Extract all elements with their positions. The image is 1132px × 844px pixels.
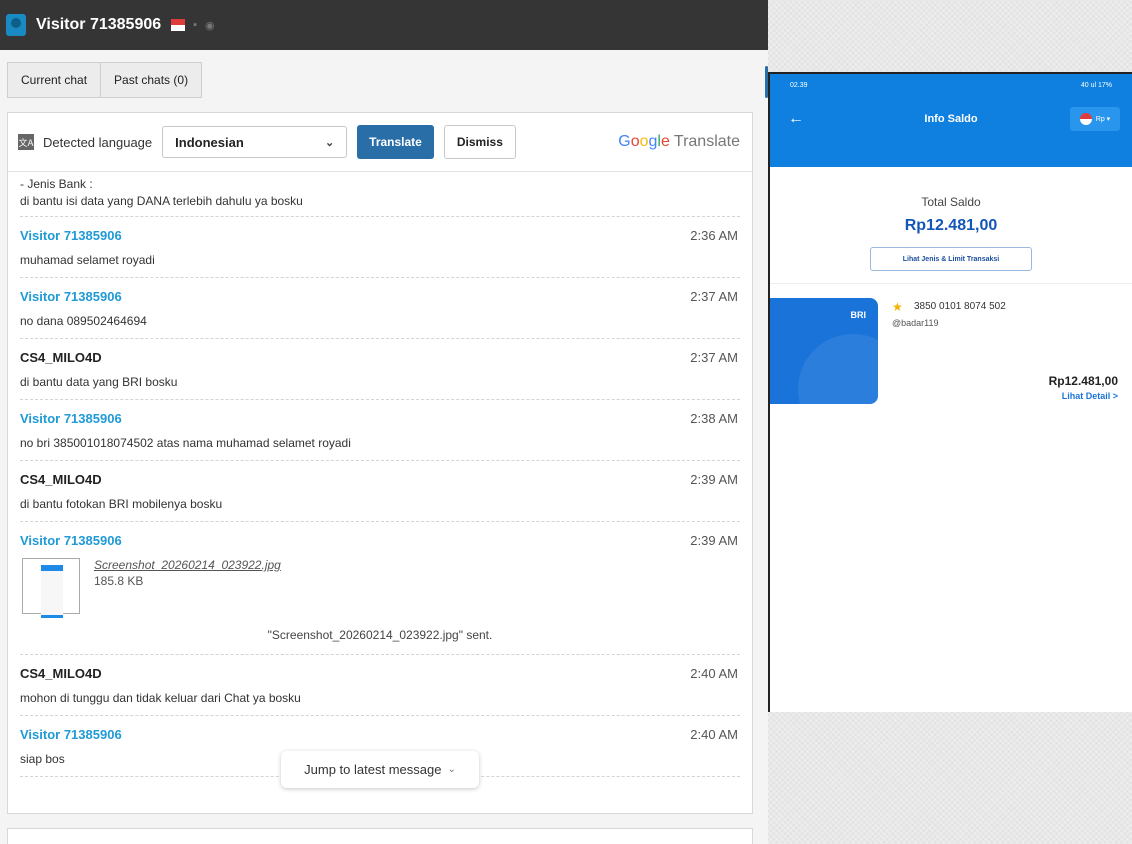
message-sender: CS4_MILO4D xyxy=(20,665,102,681)
total-saldo-amount: Rp12.481,00 xyxy=(904,217,998,234)
visitor-title: Visitor 71385906 xyxy=(36,16,162,33)
account-user: @badar119 xyxy=(892,318,939,328)
browser-icon: ◉ xyxy=(205,19,215,32)
phone-header: 02.39 40 ul 17% ← Info Saldo Rp ▾ xyxy=(770,74,1132,167)
chat-panel: Visitor 71385906 ▪ ◉ Current chat Past c… xyxy=(0,0,768,844)
message-text: mohon di tunggu dan tidak keluar dari Ch… xyxy=(20,691,301,705)
message-item: Visitor 71385906 2:39 AM Screenshot_20260… xyxy=(20,522,740,655)
phone-screenshot: 02.39 40 ul 17% ← Info Saldo Rp ▾ Total … xyxy=(768,72,1132,712)
message-sender: Visitor 71385906 xyxy=(20,288,122,304)
jump-to-latest-label: Jump to latest message xyxy=(304,762,442,777)
translate-button[interactable]: Translate xyxy=(357,125,434,159)
message-text: muhamad selamet royadi xyxy=(20,253,155,267)
file-attachment: Screenshot_20260214_023922.jpg 185.8 KB xyxy=(20,550,740,618)
account-number: 3850 0101 8074 502 xyxy=(914,301,1006,312)
message-sender: Visitor 71385906 xyxy=(20,532,122,548)
indonesia-flag-icon xyxy=(171,19,186,31)
message-item: Visitor 71385906 2:37 AM no dana 08950246… xyxy=(20,278,740,339)
message-text: di bantu fotokan BRI mobilenya bosku xyxy=(20,497,223,511)
message-item: CS4_MILO4D 2:39 AM di bantu fotokan BRI m… xyxy=(20,461,740,522)
message-item: CS4_MILO4D 2:40 AM mohon di tunggu dan ti… xyxy=(20,655,740,716)
jump-to-latest-button[interactable]: Jump to latest message ⌄ xyxy=(281,751,479,788)
message-text: no bri 385001018074502 atas nama muhamad… xyxy=(20,436,351,450)
account-balance: Rp12.481,00 xyxy=(1048,374,1118,388)
device-icon: ▪ xyxy=(193,19,198,31)
message-sender: CS4_MILO4D xyxy=(20,471,102,487)
star-icon: ★ xyxy=(892,300,903,314)
chat-header: Visitor 71385906 ▪ ◉ xyxy=(0,0,768,50)
message-item: - Jenis Bank : di bantu isi data yang DA… xyxy=(20,172,740,217)
phone-nav: ← Info Saldo Rp ▾ xyxy=(770,102,1132,136)
message-sender: Visitor 71385906 xyxy=(20,726,122,742)
message-composer[interactable] xyxy=(7,828,753,844)
message-time: 2:37 AM xyxy=(690,288,738,304)
limit-transaksi-button: Lihat Jenis & Limit Transaksi xyxy=(870,247,1032,271)
image-thumbnail[interactable] xyxy=(22,558,80,618)
translate-bar: 文A Detected language Indonesian ⌄ Transl… xyxy=(8,113,752,172)
currency-selector: Rp ▾ xyxy=(1070,107,1120,131)
account-card-row: BRI ★ 3850 0101 8074 502 @badar119 Rp12.… xyxy=(770,284,1132,414)
file-size: 185.8 KB xyxy=(94,574,144,588)
message-time: 2:40 AM xyxy=(690,665,738,681)
language-select[interactable]: Indonesian ⌄ xyxy=(162,126,348,158)
chat-tabs: Current chat Past chats (0) xyxy=(7,62,203,98)
message-text: - Jenis Bank : xyxy=(20,177,93,191)
google-translate-logo: Google Translate xyxy=(618,133,740,150)
message-time: 2:36 AM xyxy=(690,227,738,243)
bri-logo: BRI xyxy=(850,310,867,320)
caret-down-icon: ▾ xyxy=(1104,116,1111,123)
visitor-avatar-icon xyxy=(6,14,26,36)
detected-language-label: Detected language xyxy=(43,134,153,150)
indonesia-flag-icon xyxy=(1079,113,1092,125)
message-text: di bantu data yang BRI bosku xyxy=(20,375,178,389)
chat-transcript: 文A Detected language Indonesian ⌄ Transl… xyxy=(7,112,753,814)
tab-current-chat[interactable]: Current chat xyxy=(7,62,102,98)
message-text: no dana 089502464694 xyxy=(20,314,147,328)
message-item: CS4_MILO4D 2:37 AM di bantu data yang BRI… xyxy=(20,339,740,400)
message-sender: Visitor 71385906 xyxy=(20,227,122,243)
chevron-down-icon: ⌄ xyxy=(447,764,456,775)
status-indicators: 40 ul 17% xyxy=(1080,81,1112,89)
phone-status-bar: 02.39 40 ul 17% xyxy=(770,74,1132,96)
message-time: 2:40 AM xyxy=(690,726,738,742)
file-link[interactable]: Screenshot_20260214_023922.jpg xyxy=(94,558,281,572)
bri-card: BRI xyxy=(770,298,878,404)
currency-label: Rp xyxy=(1095,115,1105,123)
chevron-down-icon: ⌄ xyxy=(324,136,335,149)
dismiss-button[interactable]: Dismiss xyxy=(443,125,516,159)
tab-past-chats[interactable]: Past chats (0) xyxy=(101,62,203,98)
message-text: di bantu isi data yang DANA terlebih dah… xyxy=(20,194,303,208)
message-time: 2:37 AM xyxy=(690,349,738,365)
message-time: 2:39 AM xyxy=(690,471,738,487)
message-time: 2:39 AM xyxy=(690,532,738,548)
message-item: Visitor 71385906 2:36 AM muhamad selamet … xyxy=(20,217,740,278)
message-list: - Jenis Bank : di bantu isi data yang DA… xyxy=(8,172,752,777)
translate-icon: 文A xyxy=(18,134,34,150)
file-sent-note: "Screenshot_20260214_023922.jpg" sent. xyxy=(267,628,493,642)
status-time: 02.39 xyxy=(790,81,808,89)
message-time: 2:38 AM xyxy=(690,410,738,426)
message-sender: CS4_MILO4D xyxy=(20,349,102,365)
message-item: Visitor 71385906 2:38 AM no bri 385001018… xyxy=(20,400,740,461)
message-sender: Visitor 71385906 xyxy=(20,410,122,426)
total-saldo-label: Total Saldo xyxy=(921,195,981,209)
language-select-value: Indonesian xyxy=(175,134,244,150)
lihat-detail-link: Lihat Detail > xyxy=(1061,391,1118,401)
